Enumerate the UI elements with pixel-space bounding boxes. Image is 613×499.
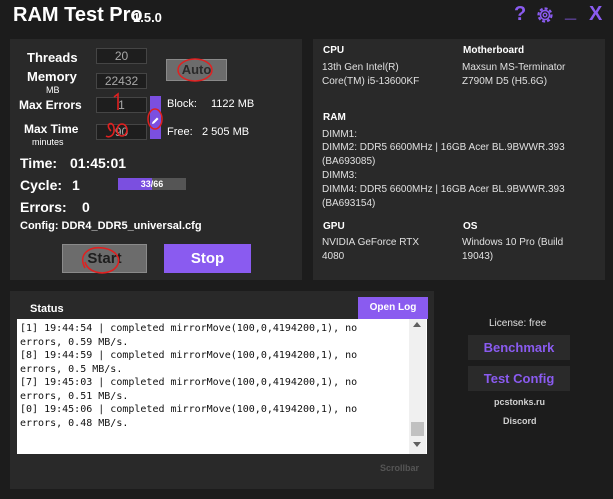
config-line: Config: DDR4_DDR5_universal.cfg [20,220,202,232]
errors-value: 0 [82,199,90,215]
ram-line-3: (BA693085) [322,156,376,167]
ram-line-2: DIMM2: DDR5 6600MHz | 16GB Acer BL.9BWWR… [322,142,565,153]
log-line: [1] 19:44:54 | completed mirrorMove(100,… [20,323,358,334]
threads-label: Threads [27,50,78,65]
status-log[interactable]: [1] 19:44:54 | completed mirrorMove(100,… [17,319,427,454]
free-label: Free: [167,126,193,138]
free-value: 2 505 MB [202,126,250,138]
memory-unit-label: MB [46,85,60,95]
os-line-2: 19043) [462,251,494,262]
pencil-icon [151,112,160,124]
motherboard-label: Motherboard [463,45,525,56]
gear-icon[interactable] [535,5,555,25]
os-line-1: Windows 10 Pro (Build [462,237,564,248]
gpu-label: GPU [323,221,345,232]
discord-link[interactable]: Discord [503,416,537,426]
scrollbar-label: Scrollbar [380,463,420,473]
motherboard-line-2: Z790M D5 (H5.6G) [462,76,548,87]
ram-line-5: DIMM4: DDR5 6600MHz | 16GB Acer BL.9BWWR… [322,184,565,195]
log-line: errors, 0.5 MB/s. [20,363,123,375]
memory-input[interactable]: 22432 [96,73,147,89]
max-time-input[interactable]: 90 [96,124,147,140]
memory-label: Memory [27,69,77,84]
max-errors-input[interactable]: 1 [96,97,147,113]
start-button[interactable]: Start [62,244,147,273]
cycle-progress-text: 33/66 [140,179,164,189]
cpu-line-1: 13th Gen Intel(R) [322,62,399,73]
block-label: Block: [167,98,197,110]
log-line: errors, 0.48 MB/s. [20,417,129,429]
motherboard-line-1: Maxsun MS-Terminator [462,62,566,73]
threads-input[interactable]: 20 [96,48,147,64]
help-button[interactable]: ? [514,3,526,25]
log-text: [1] 19:44:54 | completed mirrorMove(100,… [20,322,410,430]
cycle-progress-bar: 33/66 [118,178,186,190]
ram-line-4: DIMM3: [322,170,357,181]
os-label: OS [463,221,478,232]
time-label: Time: [20,155,58,171]
license-text: License: free [489,318,547,329]
gpu-line-1: NVIDIA GeForce RTX [322,237,420,248]
log-scrollbar-thumb[interactable] [411,422,424,436]
max-errors-label: Max Errors [19,98,82,112]
app-version: 1.5.0 [133,10,162,25]
log-line: errors, 0.51 MB/s. [20,390,129,402]
ram-line-1: DIMM1: [322,129,357,140]
benchmark-button[interactable]: Benchmark [468,335,570,360]
title-bar: RAM Test Pro 1.5.0 ? _ X [0,0,613,34]
log-line: errors, 0.59 MB/s. [20,336,129,348]
cycle-value: 1 [72,177,80,193]
minimize-button[interactable]: _ [565,0,576,22]
open-log-button[interactable]: Open Log [358,297,428,319]
stop-button[interactable]: Stop [164,244,251,273]
max-time-unit-label: minutes [32,137,64,147]
cpu-label: CPU [323,45,345,56]
site-link[interactable]: pcstonks.ru [494,397,545,407]
errors-label: Errors: [20,199,67,215]
close-button[interactable]: X [589,3,602,25]
log-line: [7] 19:45:03 | completed mirrorMove(100,… [20,377,358,388]
cpu-line-2: Core(TM) i5-13600KF [322,76,420,87]
gpu-line-2: 4080 [322,251,345,262]
test-config-button[interactable]: Test Config [468,366,570,391]
block-value: 1122 MB [211,98,255,110]
app-title: RAM Test Pro [13,4,143,26]
log-line: [8] 19:44:59 | completed mirrorMove(100,… [20,350,358,361]
time-value: 01:45:01 [70,155,127,171]
auto-button[interactable]: Auto [166,59,227,81]
log-line: [0] 19:45:06 | completed mirrorMove(100,… [20,404,358,415]
ram-label: RAM [323,112,346,123]
ram-line-6: (BA693154) [322,198,376,209]
cycle-label: Cycle: [20,177,63,193]
status-title: Status [30,303,64,315]
scroll-down-arrow-icon[interactable] [413,442,421,447]
max-time-label: Max Time [24,122,79,136]
scroll-up-arrow-icon[interactable] [413,322,421,327]
config-label: Config: [20,220,59,232]
config-value[interactable]: DDR4_DDR5_universal.cfg [62,220,202,232]
